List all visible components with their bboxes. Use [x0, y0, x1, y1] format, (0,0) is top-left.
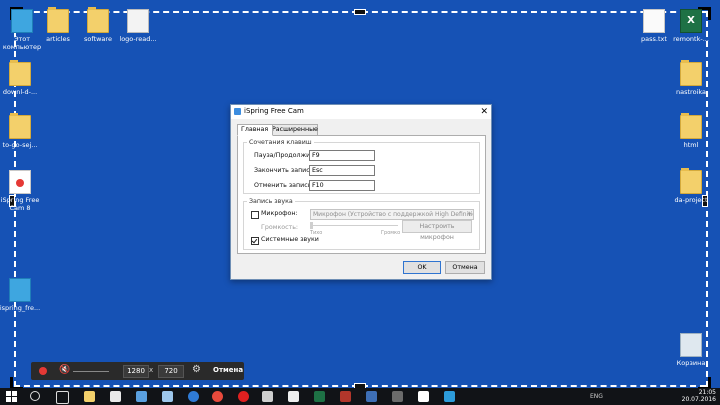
- tray-language[interactable]: ENG: [590, 393, 603, 400]
- desktop-icon-ispring-installer[interactable]: ispring_fre...: [0, 278, 46, 312]
- edge-browser-icon[interactable]: [188, 391, 199, 402]
- desktop-icon-nastroika[interactable]: nastroika: [665, 60, 717, 96]
- folder-icon: [680, 168, 702, 194]
- dialog-title: iSpring Free Cam: [244, 107, 304, 115]
- ok-button[interactable]: OK: [403, 261, 441, 274]
- desktop-icon-label: da-project: [674, 196, 708, 204]
- folder-icon: [9, 60, 31, 86]
- desktop-icon-logo[interactable]: logo-read...: [112, 9, 164, 43]
- desktop-icon-label: Корзина: [676, 359, 706, 367]
- configure-microphone-button[interactable]: Настроить микрофон: [402, 220, 472, 241]
- app-icon[interactable]: [136, 391, 147, 402]
- finish-hotkey-input[interactable]: Esc: [309, 165, 375, 176]
- task-view-icon[interactable]: [56, 391, 69, 404]
- volume-slider[interactable]: [310, 225, 398, 226]
- width-input[interactable]: 1280: [123, 365, 149, 378]
- taskbar: ENG 21:05 20.07.2016: [0, 388, 720, 405]
- tab-main[interactable]: Главная: [237, 124, 273, 136]
- app-icon[interactable]: [288, 391, 299, 402]
- volume-slider[interactable]: [73, 371, 109, 372]
- desktop-icon-label: iSpring Free Cam 8: [0, 196, 40, 212]
- settings-dialog: iSpring Free Cam ✕ Главная Расширенные С…: [230, 104, 492, 280]
- file-explorer-icon[interactable]: [84, 391, 95, 402]
- microphone-select[interactable]: Микрофон (Устройство с поддержкой High D…: [310, 209, 474, 220]
- search-icon[interactable]: [30, 391, 40, 401]
- image-file-icon: [127, 9, 149, 33]
- desktop-icon-html[interactable]: html: [665, 113, 717, 149]
- excel-file-icon: X: [680, 9, 702, 33]
- desktop-icon-to-go[interactable]: to-go-sej...: [0, 113, 46, 149]
- folder-icon: [9, 113, 31, 139]
- desktop-icon-da-project[interactable]: da-project: [665, 168, 717, 204]
- system-sounds-checkbox[interactable]: [251, 237, 259, 245]
- app-icon[interactable]: [392, 391, 403, 402]
- app-icon[interactable]: [418, 391, 429, 402]
- ispring-app-icon: [234, 108, 241, 115]
- volume-slider-thumb[interactable]: [310, 222, 313, 229]
- system-tray[interactable]: ENG: [590, 393, 603, 400]
- app-icon[interactable]: [262, 391, 273, 402]
- text-file-icon: [643, 9, 665, 33]
- desktop-icon-label: downl-d-...: [2, 88, 38, 96]
- hotkeys-legend: Сочетания клавиш: [249, 139, 312, 146]
- desktop-icon-label: html: [683, 141, 699, 149]
- microphone-checkbox[interactable]: [251, 211, 259, 219]
- clock[interactable]: 21:05 20.07.2016: [682, 389, 716, 403]
- desktop-icon-ispring-cam[interactable]: iSpring Free Cam 8: [0, 170, 46, 212]
- tab-panel-main: Сочетания клавиш Пауза/Продолжить: F9 За…: [237, 135, 486, 254]
- folder-icon: [680, 60, 702, 86]
- pause-hotkey-input[interactable]: F9: [309, 150, 375, 161]
- chrome-browser-icon[interactable]: [212, 391, 223, 402]
- dimension-separator: x: [149, 366, 154, 374]
- finish-label: Закончить запись:: [254, 167, 316, 174]
- clock-time: 21:05: [698, 389, 716, 396]
- folder-icon: [680, 113, 702, 139]
- volume-loud-label: Громко: [381, 230, 401, 236]
- app-icon[interactable]: [162, 391, 173, 402]
- app-icon[interactable]: [340, 391, 351, 402]
- recorder-toolbar: 🔇 1280 x 720 ⚙ Отмена: [31, 362, 244, 380]
- sound-group: Запись звука Микрофон: Микрофон (Устройс…: [243, 198, 480, 250]
- clock-date: 20.07.2016: [681, 396, 716, 403]
- microphone-muted-icon[interactable]: 🔇: [59, 365, 70, 375]
- capture-handle-top[interactable]: [354, 9, 366, 15]
- app-icon[interactable]: [110, 391, 121, 402]
- desktop-icon-download[interactable]: downl-d-...: [0, 60, 46, 96]
- desktop-icon-label: ispring_fre...: [0, 304, 41, 312]
- cancel-record-label: Отменить запись:: [254, 182, 314, 189]
- desktop-icon-label: nastroika: [676, 88, 706, 96]
- cancel-button[interactable]: Отмена: [445, 261, 485, 274]
- app-icon[interactable]: [444, 391, 455, 402]
- dialog-titlebar[interactable]: iSpring Free Cam ✕: [231, 105, 491, 119]
- installer-icon: [9, 278, 31, 302]
- height-input[interactable]: 720: [158, 365, 184, 378]
- computer-icon: [11, 9, 33, 33]
- ispring-app-icon: [9, 170, 31, 194]
- record-button[interactable]: [39, 367, 47, 375]
- microphone-label: Микрофон:: [261, 210, 298, 217]
- desktop-icon-recycle-bin[interactable]: Корзина: [665, 333, 717, 367]
- opera-browser-icon[interactable]: [238, 391, 249, 402]
- close-icon[interactable]: ✕: [480, 106, 488, 118]
- excel-app-icon[interactable]: [314, 391, 325, 402]
- desktop-icon-remontk[interactable]: X remontk-...: [665, 9, 717, 43]
- folder-icon: [87, 7, 109, 33]
- system-sounds-label: Системные звуки: [261, 236, 319, 243]
- desktop-icon-label: to-go-sej...: [2, 141, 38, 149]
- folder-icon: [47, 7, 69, 33]
- sound-legend: Запись звука: [249, 198, 293, 205]
- cancel-hotkey-input[interactable]: F10: [309, 180, 375, 191]
- recorder-cancel-button[interactable]: Отмена: [213, 366, 243, 374]
- desktop-icon-label: logo-read...: [119, 35, 157, 43]
- app-icon[interactable]: [366, 391, 377, 402]
- desktop-icon-label: remontk-...: [673, 35, 709, 43]
- hotkeys-group: Сочетания клавиш Пауза/Продолжить: F9 За…: [243, 139, 480, 194]
- volume-label: Громкость:: [261, 224, 299, 231]
- recycle-bin-icon: [680, 333, 702, 357]
- gear-icon[interactable]: ⚙: [192, 364, 201, 375]
- windows-start-icon[interactable]: [6, 391, 17, 402]
